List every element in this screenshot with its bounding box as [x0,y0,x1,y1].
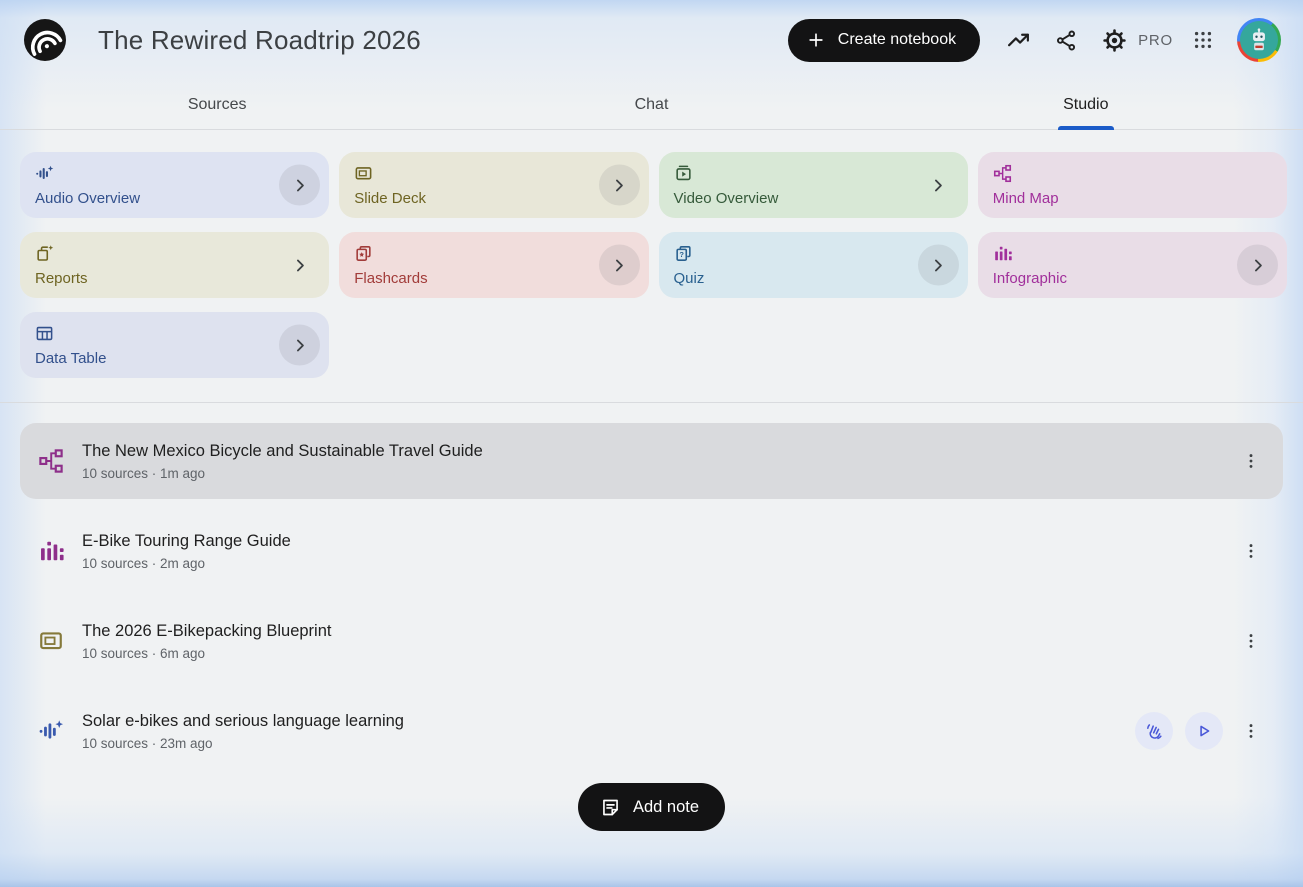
interactive-mode-button[interactable] [1135,712,1173,750]
tab-label: Studio [1063,95,1109,113]
studio-card-slide-deck[interactable]: Slide Deck [339,152,649,218]
studio-card-audio-overview[interactable]: Audio Overview [20,152,330,218]
studio-card-flashcards[interactable]: Flashcards [339,232,649,298]
header: The Rewired Roadtrip 2026 Create noteboo… [0,0,1303,80]
studio-cards: Audio Overview Slide Deck Video Overview… [0,130,1303,396]
artifact-title: Solar e-bikes and serious language learn… [82,711,404,730]
audio-waveform-icon [35,164,54,183]
tab-label: Sources [187,95,247,113]
play-icon [1194,721,1214,741]
artifact-text: The 2026 E-Bikepacking Blueprint 10 sourc… [82,622,1223,661]
card-label: Audio Overview [35,190,141,207]
card-label: Data Table [35,350,107,367]
chevron-right-icon[interactable] [598,164,640,206]
kebab-icon [1241,451,1261,471]
artifact-list: The New Mexico Bicycle and Sustainable T… [0,403,1303,769]
gear-icon [1102,28,1127,53]
artifact-title: The New Mexico Bicycle and Sustainable T… [82,441,483,460]
share-button[interactable] [1042,16,1090,64]
play-audio-button[interactable] [1185,712,1223,750]
slide-deck-icon [354,164,373,183]
card-label: Slide Deck [354,190,426,207]
artifact-more-menu-button[interactable] [1231,711,1271,751]
slide-deck-icon [36,628,66,654]
active-tab-underline [1057,126,1114,130]
card-label: Video Overview [673,190,779,207]
artifact-row-e-bike-touring-range-guide[interactable]: E-Bike Touring Range Guide 10 sources · 2… [20,513,1283,589]
tab-sources[interactable]: Sources [0,80,434,129]
artifact-meta: 10 sources · 1m ago [82,465,206,481]
plus-icon [806,30,826,50]
artifact-text: E-Bike Touring Range Guide 10 sources · 2… [82,532,1223,571]
tab-chat[interactable]: Chat [434,80,868,129]
analytics-button[interactable] [994,16,1042,64]
chevron-right-icon[interactable] [917,244,959,286]
artifact-row-the-new-mexico-bicycle-and-sustainable-t[interactable]: The New Mexico Bicycle and Sustainable T… [20,423,1283,499]
artifact-meta: 10 sources · 23m ago [82,735,213,751]
chevron-right-icon[interactable] [279,164,321,206]
infographic-icon [36,538,66,564]
notebooklm-logo-icon[interactable] [24,19,66,61]
artifact-row-solar-e-bikes-and-serious-language-learn[interactable]: Solar e-bikes and serious language learn… [20,693,1283,769]
chevron-right-icon[interactable] [918,165,959,206]
add-note-label: Add note [632,797,700,816]
chevron-right-icon[interactable] [598,244,640,286]
apps-grid-icon [1192,29,1214,51]
tab-studio[interactable]: Studio [869,80,1303,130]
footer: Add note [0,783,1303,831]
artifact-text: Solar e-bikes and serious language learn… [82,712,1123,751]
kebab-icon [1241,541,1261,561]
studio-card-reports[interactable]: Reports [20,232,330,298]
chevron-right-icon[interactable] [279,324,321,366]
data-table-icon [35,324,54,343]
studio-card-mind-map[interactable]: Mind Map [977,152,1287,218]
account-avatar[interactable] [1237,18,1281,62]
settings-button[interactable] [1090,16,1138,64]
trending-up-icon [1006,28,1031,53]
card-label: Flashcards [354,270,428,287]
studio-card-data-table[interactable]: Data Table [20,312,330,378]
card-label: Reports [35,270,88,287]
artifact-row-the-2026-e-bikepacking-blueprint[interactable]: The 2026 E-Bikepacking Blueprint 10 sourc… [20,603,1283,679]
quiz-icon: ? [674,244,693,263]
notebook-title[interactable]: The Rewired Roadtrip 2026 [98,25,421,56]
add-note-button[interactable]: Add note [577,783,726,831]
tab-bar: Sources Chat Studio [0,80,1303,130]
artifact-meta: 10 sources · 2m ago [82,555,206,571]
artifact-more-menu-button[interactable] [1231,441,1271,481]
mind-map-icon [36,448,66,474]
reports-icon [35,244,54,263]
card-label: Infographic [992,270,1067,287]
studio-card-video-overview[interactable]: Video Overview [658,152,968,218]
kebab-icon [1241,631,1261,651]
artifact-meta: 10 sources · 6m ago [82,645,206,661]
chevron-right-icon[interactable] [1237,244,1278,286]
svg-text:?: ? [679,250,684,259]
studio-card-infographic[interactable]: Infographic [977,232,1287,298]
kebab-icon [1241,721,1261,741]
card-label: Quiz [673,270,705,287]
artifact-more-menu-button[interactable] [1231,621,1271,661]
wave-hand-icon [1144,721,1164,741]
artifact-title: The 2026 E-Bikepacking Blueprint [82,621,332,640]
create-notebook-button[interactable]: Create notebook [787,18,981,62]
apps-grid-button[interactable] [1179,16,1227,64]
note-icon [600,797,621,818]
artifact-more-menu-button[interactable] [1231,531,1271,571]
studio-card-quiz[interactable]: ? Quiz [658,232,968,298]
avatar-robot-image [1240,21,1278,59]
share-icon [1055,29,1078,52]
mind-map-icon [993,164,1012,183]
chevron-right-icon[interactable] [279,245,320,286]
audio-waveform-icon [36,718,66,744]
card-label: Mind Map [992,190,1059,207]
tab-label: Chat [634,95,669,113]
artifact-title: E-Bike Touring Range Guide [82,531,291,550]
flashcards-icon [354,244,373,263]
infographic-icon [993,244,1012,263]
create-notebook-label: Create notebook [837,31,957,48]
artifact-text: The New Mexico Bicycle and Sustainable T… [82,442,1223,481]
video-overview-icon [674,164,693,183]
pro-badge: PRO [1138,31,1173,49]
